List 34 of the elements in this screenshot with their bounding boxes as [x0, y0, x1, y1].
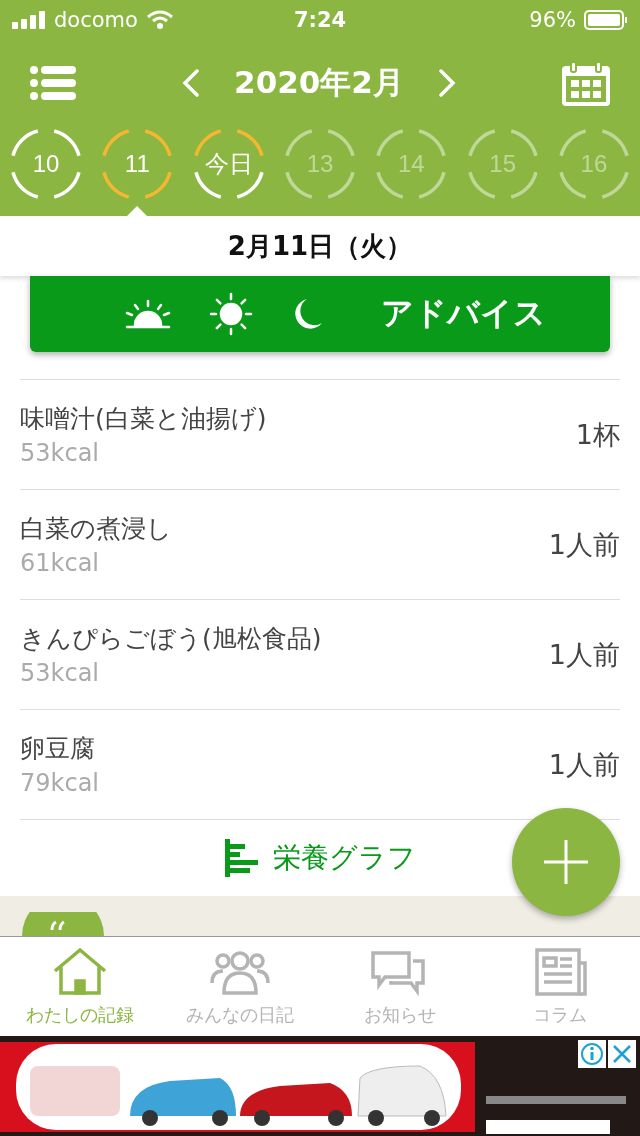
signal-icon [12, 11, 46, 29]
selected-date: 2月11日（火） [227, 229, 413, 263]
info-icon[interactable] [578, 1040, 606, 1068]
wifi-icon [145, 10, 174, 30]
nutrition-graph-link[interactable]: 栄養グラフ [224, 839, 416, 877]
day-button[interactable]: 16 [556, 127, 631, 201]
add-button[interactable] [512, 808, 620, 916]
status-time: 7:24 [293, 8, 347, 32]
bar-chart-icon [224, 839, 259, 877]
next-month-button[interactable] [437, 69, 456, 97]
day-button[interactable]: 10 [9, 127, 83, 201]
day-button[interactable]: 11 [100, 127, 175, 201]
close-icon[interactable] [608, 1040, 636, 1068]
advice-bar[interactable]: アドバイス [30, 276, 610, 352]
day-button[interactable]: 今日 [191, 127, 266, 201]
battery-percent: 96% [529, 8, 576, 32]
plus-icon [542, 838, 590, 886]
previous-month-button[interactable] [182, 69, 201, 97]
day-button[interactable]: 13 [283, 127, 357, 201]
carrier-name: docomo [54, 8, 138, 32]
nav-tab[interactable]: お知らせ [320, 937, 480, 1036]
food-row[interactable]: きんぴらごぼう(旭松食品) 53kcal 1人前 [20, 600, 620, 710]
nav-tab[interactable]: コラム [480, 937, 640, 1036]
battery-icon [584, 10, 628, 30]
food-row[interactable]: 白菜の煮浸し 61kcal 1人前 [20, 490, 620, 600]
nav-tab[interactable]: わたしの記録 [0, 937, 160, 1036]
day-button[interactable]: 15 [465, 127, 540, 201]
nav-tab[interactable]: みんなの日記 [160, 937, 320, 1036]
day-button[interactable]: 14 [374, 127, 449, 201]
calendar-button[interactable] [562, 60, 610, 106]
month-title: 2020年2月 [234, 63, 404, 102]
quote-icon [22, 912, 104, 936]
menu-button[interactable] [30, 66, 76, 100]
food-row[interactable]: 味噌汁(白菜と油揚げ) 53kcal 1杯 [20, 380, 620, 490]
